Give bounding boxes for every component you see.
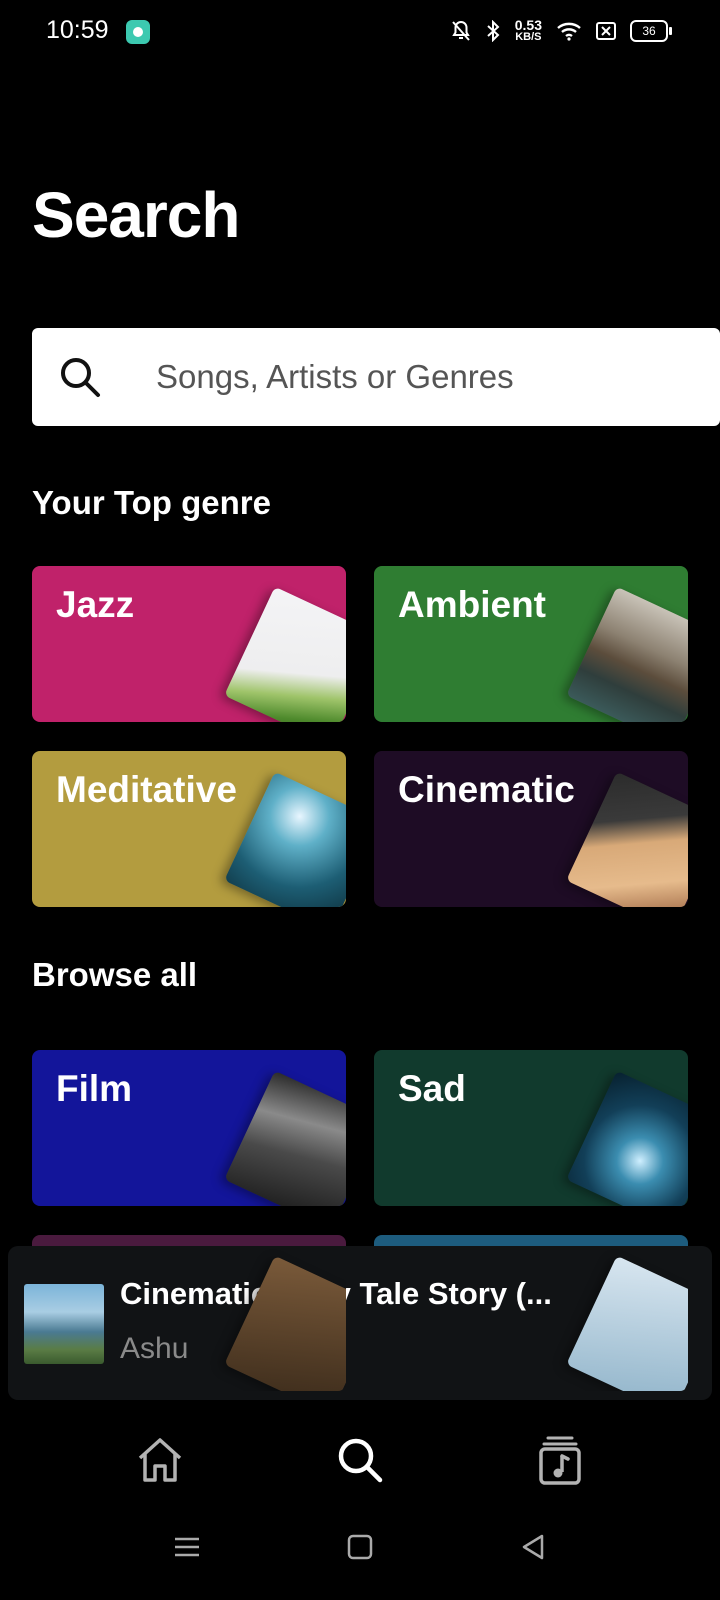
status-icons: 0.53 KB/S 36: [451, 18, 672, 43]
home-icon[interactable]: [132, 1432, 188, 1488]
genre-tile-label: Meditative: [56, 769, 237, 810]
status-bar: 10:59 0.53 KB/S 36: [0, 0, 720, 64]
wifi-icon: [557, 22, 581, 41]
genre-art-image: [224, 586, 346, 722]
system-nav-bar: [0, 1500, 720, 1600]
music-library-icon[interactable]: [532, 1432, 588, 1488]
browse-tile-label: Sad: [398, 1068, 466, 1109]
browse-art-image: [224, 1070, 346, 1206]
home-square-icon[interactable]: [345, 1532, 375, 1562]
genre-tile-cinematic[interactable]: Cinematic: [374, 751, 688, 907]
browse-tile-film[interactable]: Film: [32, 1050, 346, 1206]
section-title-top-genre: Your Top genre: [32, 484, 271, 521]
genre-art-image: [566, 586, 688, 722]
app-notification-icon: [126, 20, 150, 44]
genre-tile-label: Jazz: [56, 584, 135, 625]
search-input[interactable]: [156, 328, 696, 426]
browse-art-image: [566, 1070, 688, 1206]
bottom-nav: [0, 1410, 720, 1510]
menu-icon[interactable]: [172, 1532, 202, 1562]
page-title: Search: [32, 179, 240, 251]
net-speed: 0.53 KB/S: [515, 18, 542, 43]
now-playing-title: Cinematic Fairy Tale Story (...: [120, 1276, 552, 1311]
net-speed-value: 0.53: [514, 17, 542, 33]
genre-tile-meditative[interactable]: Meditative: [32, 751, 346, 907]
bluetooth-icon: [487, 19, 500, 42]
status-time: 10:59: [46, 16, 109, 44]
battery-level: 36: [642, 23, 656, 38]
bell-off-icon: [451, 20, 470, 41]
search-icon[interactable]: [332, 1432, 388, 1488]
net-speed-unit: KB/S: [515, 31, 542, 43]
genre-tile-label: Ambient: [398, 584, 546, 625]
search-box[interactable]: [32, 328, 720, 426]
genre-tile-jazz[interactable]: Jazz: [32, 566, 346, 722]
back-icon[interactable]: [518, 1532, 548, 1562]
section-title-browse-all: Browse all: [32, 956, 198, 993]
genre-art-image: [224, 771, 346, 907]
now-playing-artwork: [24, 1284, 104, 1364]
search-icon: [61, 358, 100, 397]
browse-tile-sad[interactable]: Sad: [374, 1050, 688, 1206]
genre-tile-ambient[interactable]: Ambient: [374, 566, 688, 722]
now-playing-artist: Ashu: [120, 1332, 189, 1365]
sim-icon: [596, 21, 616, 40]
browse-tile-label: Film: [56, 1068, 133, 1109]
genre-art-image: [566, 771, 688, 907]
battery-icon: 36: [630, 19, 672, 42]
genre-tile-label: Cinematic: [398, 769, 575, 810]
